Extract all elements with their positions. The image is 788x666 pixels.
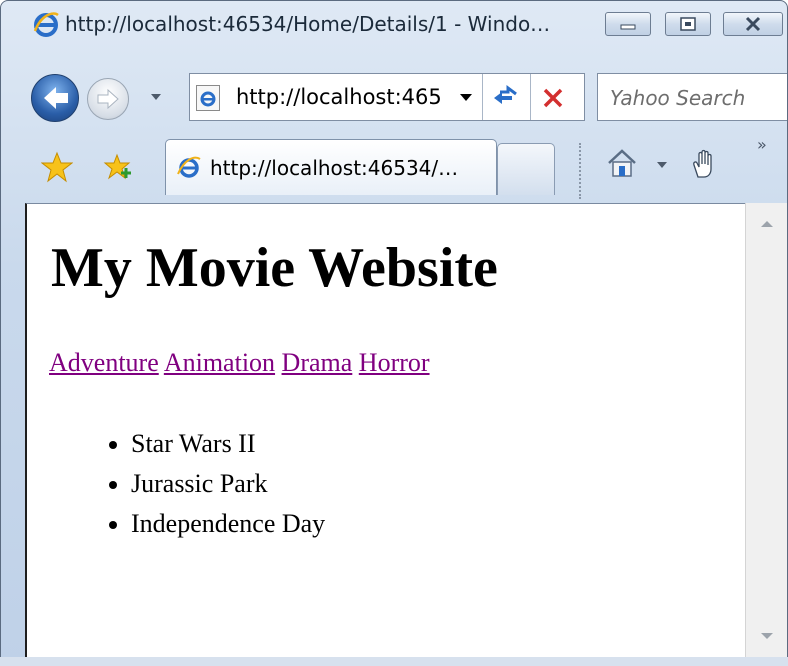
recent-pages-dropdown-icon[interactable] bbox=[151, 94, 161, 100]
tab-active[interactable]: http://localhost:46534/… bbox=[165, 139, 497, 195]
minimize-icon bbox=[620, 24, 636, 30]
back-button[interactable] bbox=[31, 74, 79, 122]
ie-tab-icon bbox=[177, 156, 201, 178]
window-title: http://localhost:46534/Home/Details/1 - … bbox=[65, 12, 551, 36]
research-hand-icon[interactable] bbox=[687, 147, 721, 181]
genre-link-animation[interactable]: Animation bbox=[164, 348, 275, 377]
close-button[interactable] bbox=[723, 12, 783, 36]
vertical-scrollbar[interactable] bbox=[745, 203, 787, 658]
refresh-icon[interactable] bbox=[490, 84, 520, 110]
address-text[interactable]: http://localhost:465 bbox=[236, 85, 451, 109]
movie-list: Star Wars II Jurassic Park Independence … bbox=[131, 424, 325, 544]
minimize-button[interactable] bbox=[605, 12, 651, 36]
genre-link-horror[interactable]: Horror bbox=[359, 348, 430, 377]
list-item: Jurassic Park bbox=[131, 464, 325, 504]
ie-logo-icon bbox=[33, 12, 59, 37]
command-bar-divider bbox=[579, 143, 581, 199]
genre-link-drama[interactable]: Drama bbox=[282, 348, 353, 377]
address-divider bbox=[482, 74, 483, 120]
list-item: Independence Day bbox=[131, 504, 325, 544]
more-tools-chevron-icon[interactable]: » bbox=[757, 135, 767, 154]
scroll-down-arrow-icon[interactable] bbox=[761, 633, 773, 639]
favorites-star-icon[interactable] bbox=[41, 151, 73, 183]
forward-button[interactable] bbox=[87, 78, 129, 120]
ie-page-icon bbox=[200, 91, 216, 107]
list-item: Star Wars II bbox=[131, 424, 325, 464]
search-box[interactable]: Yahoo Search bbox=[597, 73, 787, 121]
home-dropdown-icon[interactable] bbox=[657, 162, 667, 168]
search-placeholder[interactable]: Yahoo Search bbox=[610, 86, 745, 110]
stop-icon[interactable] bbox=[540, 86, 566, 110]
page-heading: My Movie Website bbox=[51, 237, 498, 299]
page-icon bbox=[196, 85, 220, 111]
add-favorites-icon[interactable] bbox=[101, 151, 133, 183]
close-icon bbox=[745, 16, 761, 32]
home-icon[interactable] bbox=[605, 147, 639, 179]
address-bar[interactable]: http://localhost:465 bbox=[189, 73, 585, 121]
tab-label[interactable]: http://localhost:46534/… bbox=[210, 156, 458, 180]
restore-icon bbox=[680, 17, 696, 31]
genre-link-adventure[interactable]: Adventure bbox=[49, 348, 159, 377]
address-divider bbox=[530, 74, 531, 120]
maximize-button[interactable] bbox=[665, 12, 711, 36]
address-dropdown-icon[interactable] bbox=[460, 94, 472, 101]
forward-arrow-icon bbox=[97, 88, 119, 110]
genre-links: Adventure Animation Drama Horror bbox=[49, 348, 430, 378]
back-arrow-icon bbox=[44, 87, 68, 109]
scroll-up-arrow-icon[interactable] bbox=[761, 221, 773, 227]
browser-window: http://localhost:46534/Home/Details/1 - … bbox=[0, 0, 788, 666]
status-strip bbox=[0, 657, 788, 666]
title-bar: http://localhost:46534/Home/Details/1 - … bbox=[1, 1, 787, 41]
page-content: My Movie Website Adventure Animation Dra… bbox=[25, 203, 745, 658]
new-tab-button[interactable] bbox=[497, 143, 555, 195]
